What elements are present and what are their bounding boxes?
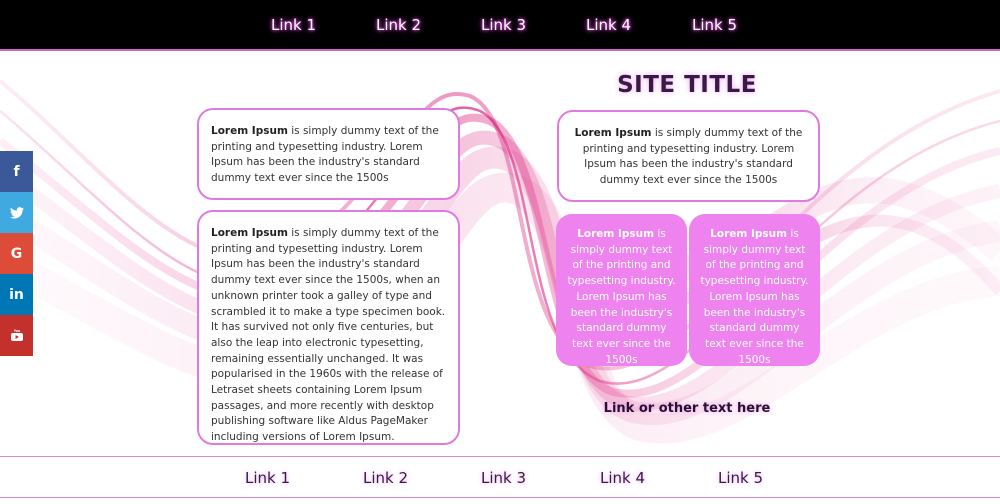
top-nav-link-5[interactable]: Link 5 [692,16,737,34]
footer-nav-link-1[interactable]: Link 1 [245,469,290,487]
google-icon[interactable]: G [0,233,33,274]
site-title: SITE TITLE [617,72,757,98]
left-long-text: is simply dummy text of the printing and… [211,227,446,444]
linkedin-icon[interactable]: in [0,274,33,315]
footer-nav-link-5[interactable]: Link 5 [718,469,763,487]
pink-left-text: is simply dummy text of the printing and… [567,228,676,366]
facebook-icon[interactable]: f [0,151,33,192]
footer-nav-link-4[interactable]: Link 4 [600,469,645,487]
top-nav-link-4[interactable]: Link 4 [586,16,631,34]
top-navigation: Link 1 Link 2 Link 3 Link 4 Link 5 [0,0,1000,51]
wave-background [0,79,1000,444]
footer-nav-link-3[interactable]: Link 3 [481,469,526,487]
cta-link[interactable]: Link or other text here [560,401,814,416]
pink-left-bold: Lorem Ipsum [577,228,655,240]
pink-right-bold: Lorem Ipsum [710,228,788,240]
social-share-bar: f G in You [0,151,33,356]
left-long-bold: Lorem Ipsum [211,227,288,239]
footer-navigation: Link 1 Link 2 Link 3 Link 4 Link 5 [0,456,1000,498]
left-info-box-short: Lorem Ipsum is simply dummy text of the … [197,108,460,200]
top-nav-link-2[interactable]: Link 2 [376,16,421,34]
youtube-icon[interactable]: You [0,315,33,356]
top-nav-link-1[interactable]: Link 1 [271,16,316,34]
svg-text:You: You [12,329,19,333]
footer-nav-link-2[interactable]: Link 2 [363,469,408,487]
right-box-bold: Lorem Ipsum [574,127,652,139]
pink-info-box-left: Lorem Ipsum is simply dummy text of the … [556,214,687,366]
right-info-box: Lorem Ipsum is simply dummy text of the … [557,110,820,202]
twitter-icon[interactable] [0,192,33,233]
pink-info-box-right: Lorem Ipsum is simply dummy text of the … [689,214,820,366]
left-info-box-long: Lorem Ipsum is simply dummy text of the … [197,210,460,445]
top-nav-link-3[interactable]: Link 3 [481,16,526,34]
left-short-bold: Lorem Ipsum [211,125,288,137]
pink-right-text: is simply dummy text of the printing and… [700,228,809,366]
